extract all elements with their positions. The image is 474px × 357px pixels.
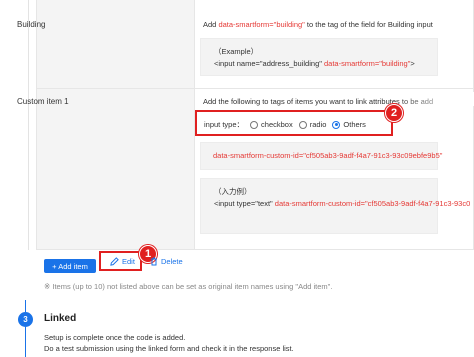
step-description-line1: Setup is complete once the code is added… (44, 333, 186, 342)
row-divider (37, 88, 473, 89)
delete-label[interactable]: Delete (161, 257, 183, 266)
add-item-button[interactable]: + Add item (44, 259, 96, 273)
text-fade (394, 92, 474, 106)
building-example-attr: data-smartform="building" (323, 59, 411, 68)
edit-label[interactable]: Edit (122, 257, 135, 266)
step-connector-top (25, 300, 26, 312)
others-radio[interactable] (332, 120, 341, 129)
radio-radio[interactable] (298, 120, 307, 129)
option-others-label[interactable]: Others (343, 120, 366, 129)
delete-button[interactable]: Delete (150, 257, 183, 266)
step-description-line2: Do a test submission using the linked fo… (44, 344, 294, 353)
building-example-pre: <input name="address_building" (214, 59, 324, 68)
building-row-label: Building (17, 20, 46, 29)
pencil-icon (110, 257, 119, 266)
building-example-post: > (410, 59, 415, 68)
input-type-label: input type： (204, 120, 245, 129)
add-item-note: ※ Items (up to 10) not listed above can … (44, 282, 333, 291)
trash-icon (151, 257, 157, 266)
custom-example-label: （入力例） (214, 187, 252, 196)
custom-attr-code: data-smartform-custom-id="cf505ab3-9adf-… (213, 151, 443, 160)
building-instruction-attr: data-smartform="building" (218, 20, 305, 29)
checkbox-radio[interactable] (250, 120, 259, 129)
building-instruction-pre: Add (203, 20, 219, 29)
building-instruction-post: to the tag of the field for Building inp… (304, 20, 433, 29)
callout-badge-2: 2 (385, 104, 403, 122)
step-number-badge: 3 (18, 312, 33, 327)
option-checkbox-label[interactable]: checkbox (261, 120, 293, 129)
custom-example-attr: data-smartform-custom-id="cf505ab3-9adf-… (274, 199, 471, 208)
step-connector-bottom (25, 327, 26, 357)
building-example-code: <input name="address_building" data-smar… (214, 59, 415, 68)
option-radio-label[interactable]: radio (310, 120, 327, 129)
step-title: Linked (44, 313, 77, 324)
input-type-selector: input type： checkbox radio Others (204, 119, 366, 130)
building-example-label: （Example） (214, 47, 259, 56)
custom-item-row-label: Custom item 1 (17, 97, 69, 106)
custom-example-code: <input type="text" data-smartform-custom… (214, 199, 470, 208)
label-column (37, 0, 195, 249)
edit-button[interactable]: Edit (110, 257, 135, 266)
building-example-box (200, 38, 438, 76)
custom-example-pre: <input type="text" (214, 199, 275, 208)
building-instruction: Add data-smartform="building" to the tag… (203, 20, 433, 29)
